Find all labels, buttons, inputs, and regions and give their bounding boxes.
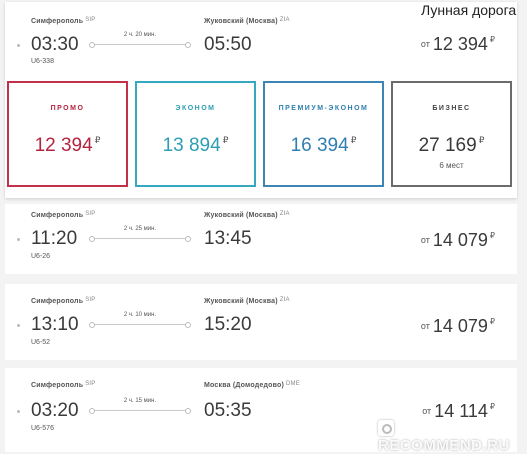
fare-price: 12 394 ₽ [9,135,126,157]
departure-time: 03:30 [31,34,79,55]
ruble-icon: ₽ [489,317,495,326]
arrival-code: ZIA [279,17,290,23]
ruble-icon: ₽ [489,231,495,240]
arrival-city-name: Москва (Домодедово) [204,382,284,389]
fare-price: 27 169 ₽ [393,135,510,157]
arrival-city: Жуковский (Москва) ZIA [204,297,290,305]
fare-price: 13 894 ₽ [137,135,254,157]
price-value: 12 394 [432,34,488,54]
fare-price-value: 16 394 [290,135,349,156]
arrival-city-name: Жуковский (Москва) [204,18,278,25]
fare-card-econom[interactable]: ЭКОНОМ 13 894 ₽ [135,81,256,187]
departure-city-name: Симферополь [31,298,84,305]
flight-duration: 2 ч. 20 мин. [123,32,157,38]
select-dot-icon [17,238,20,241]
route-line [89,236,191,242]
ruble-icon: ₽ [489,402,495,411]
arrival-city-name: Жуковский (Москва) [204,298,278,305]
departure-city: Симферополь SIP [31,381,96,389]
departure-time: 03:20 [31,400,79,421]
select-dot-icon [17,44,20,47]
flight-number: U6-26 [31,253,51,260]
departure-code: SIP [85,381,96,387]
fare-label: ЭКОНОМ [175,105,216,112]
arrival-city: Москва (Домодедово) DME [204,381,300,389]
select-dot-icon [17,410,20,413]
ruble-icon: ₽ [222,135,229,145]
flight-card[interactable]: Симферополь SIP 11:20 2 ч. 25 мин. Жуковс… [5,204,517,274]
price-prefix: от [420,39,430,49]
flight-number: U6-52 [31,339,51,346]
price-value: 14 114 [434,401,488,421]
flight-card-expanded[interactable]: Симферополь SIP 03:30 2 ч. 20 мин. Жуковс… [5,2,517,198]
ruble-icon: ₽ [489,35,495,44]
ruble-icon: ₽ [350,135,357,145]
price-value: 14 079 [432,230,488,250]
route-line [89,408,191,414]
fare-card-business[interactable]: БИЗНЕС 27 169 ₽ 6 мест [391,81,512,187]
min-price: от 14 079 ₽ [421,230,495,251]
arrival-code: DME [286,381,300,387]
price-prefix: от [420,235,430,245]
departure-city-name: Симферополь [31,212,84,219]
fare-label: БИЗНЕС [432,105,471,112]
ruble-icon: ₽ [478,135,485,145]
price-value: 14 079 [432,316,488,336]
flight-number: U6-338 [31,58,54,65]
ruble-icon: ₽ [94,135,101,145]
departure-code: SIP [85,297,96,303]
departure-time: 11:20 [31,228,78,249]
fare-price-value: 27 169 [418,135,477,156]
fare-price-value: 12 394 [34,135,93,156]
select-dot-icon [17,324,20,327]
arrival-city: Жуковский (Москва) ZIA [204,17,290,25]
departure-code: SIP [85,211,96,217]
price-prefix: от [422,406,432,416]
departure-city-name: Симферополь [31,18,84,25]
flight-duration: 2 ч. 15 мин. [123,398,157,404]
arrival-city: Жуковский (Москва) ZIA [204,211,290,219]
departure-city: Симферополь SIP [31,211,96,219]
fare-label: ПРЕМИУМ-ЭКОНОМ [278,105,369,112]
arrival-code: ZIA [279,211,290,217]
arrival-code: ZIA [279,297,290,303]
flight-duration: 2 ч. 10 мин. [123,312,157,318]
flight-number: U6-576 [31,425,54,432]
arrival-time: 15:20 [204,314,252,335]
arrival-time: 13:45 [204,228,252,249]
fare-price: 16 394 ₽ [265,135,382,157]
watermark-text: RECOMMEND.RU [378,437,510,454]
flight-duration: 2 ч. 25 мин. [123,226,157,232]
route-line [89,42,191,48]
departure-city: Симферополь SIP [31,17,96,25]
airline-title: Лунная дорога [421,2,517,18]
watermark: RECOMMEND.RU [378,420,527,454]
arrival-city-name: Жуковский (Москва) [204,212,278,219]
min-price: от 14 114 ₽ [422,401,495,422]
departure-time: 13:10 [31,314,79,335]
fare-card-promo[interactable]: ПРОМО 12 394 ₽ [7,81,128,187]
departure-city-name: Симферополь [31,382,84,389]
fare-card-premium-econom[interactable]: ПРЕМИУМ-ЭКОНОМ 16 394 ₽ [263,81,384,187]
fare-label: ПРОМО [50,105,85,112]
price-prefix: от [420,321,430,331]
departure-code: SIP [85,17,96,23]
flight-card[interactable]: Симферополь SIP 13:10 2 ч. 10 мин. Жуковс… [5,284,517,360]
fare-price-value: 13 894 [162,135,221,156]
arrival-time: 05:35 [204,400,252,421]
min-price: от 14 079 ₽ [421,316,495,337]
min-price: от 12 394 ₽ [421,34,495,55]
otzovik-logo-icon [378,420,394,436]
departure-city: Симферополь SIP [31,297,96,305]
arrival-time: 05:50 [204,34,252,55]
seats-left: 6 мест [439,161,464,170]
route-line [89,322,191,328]
